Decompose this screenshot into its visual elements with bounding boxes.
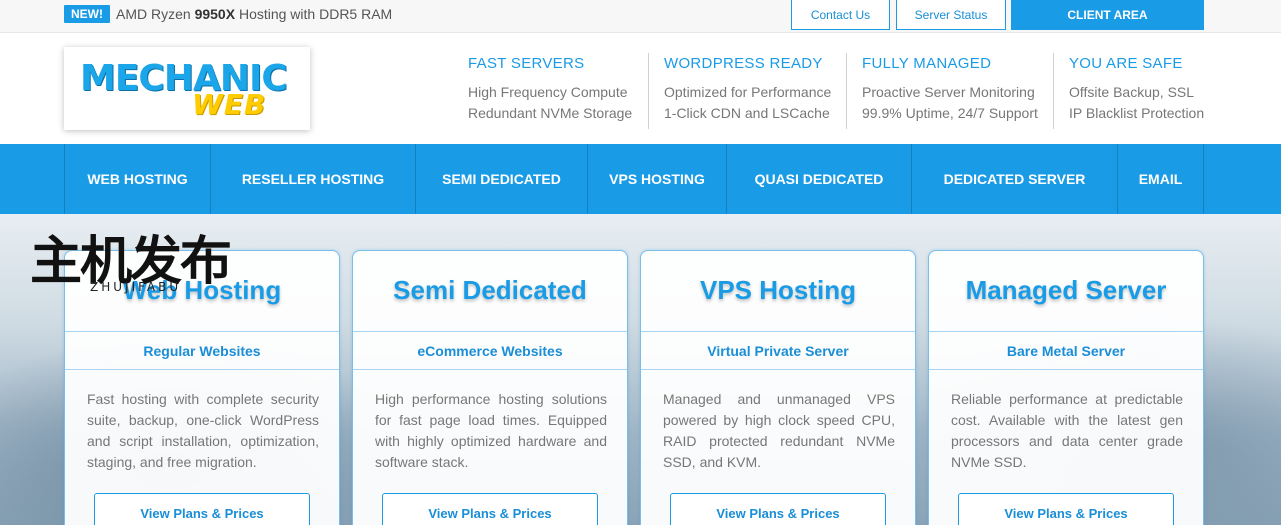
card-description: Reliable performance at predictable cost… [951,391,1183,470]
card-subtitle: Bare Metal Server [929,331,1203,370]
site-logo[interactable]: MECHANIC WEB [64,47,310,130]
nav-item-reseller-hosting[interactable]: RESELLER HOSTING [210,144,415,214]
client-area-button[interactable]: CLIENT AREA [1011,0,1204,30]
watermark: 主机发布 ZHUJIFABU [30,232,240,298]
announcement[interactable]: NEW! AMD Ryzen 9950X Hosting with DDR5 R… [64,5,392,23]
card-subtitle: Regular Websites [65,331,339,370]
nav-item-quasi-dedicated[interactable]: QUASI DEDICATED [726,144,911,214]
nav-item-email[interactable]: EMAIL [1117,144,1204,214]
watermark-latin-text: ZHUJIFABU [90,280,182,294]
product-card-semi-dedicated: Semi Dedicated eCommerce Websites High p… [352,250,628,525]
feature-line: 99.9% Uptime, 24/7 Support [862,105,1038,121]
announcement-bold: 9950X [194,6,236,22]
new-badge: NEW! [64,5,110,23]
feature-wordpress-ready: WORDPRESS READY Optimized for Performanc… [648,53,831,129]
feature-fully-managed: FULLY MANAGED Proactive Server Monitorin… [846,53,1038,129]
feature-line: IP Blacklist Protection [1069,105,1205,121]
server-status-button[interactable]: Server Status [896,0,1006,30]
nav-item-vps-hosting[interactable]: VPS HOSTING [587,144,726,214]
main-nav: WEB HOSTING RESELLER HOSTING SEMI DEDICA… [0,144,1281,214]
feature-you-are-safe: YOU ARE SAFE Offsite Backup, SSL IP Blac… [1053,53,1204,129]
feature-line: Proactive Server Monitoring [862,84,1035,100]
feature-line: High Frequency Compute [468,84,628,100]
card-description: Fast hosting with complete security suit… [87,391,319,470]
feature-line: Redundant NVMe Storage [468,105,633,121]
product-card-managed-server: Managed Server Bare Metal Server Reliabl… [928,250,1204,525]
logo-web-text: WEB [192,88,267,121]
feature-line: Optimized for Performance [664,84,832,100]
nav-item-web-hosting[interactable]: WEB HOSTING [64,144,210,214]
card-subtitle: Virtual Private Server [641,331,915,370]
feature-line: 1-Click CDN and LSCache [664,105,830,121]
feature-fast-servers: FAST SERVERS High Frequency Compute Redu… [453,53,632,129]
top-bar: NEW! AMD Ryzen 9950X Hosting with DDR5 R… [0,0,1281,33]
card-title: Managed Server [965,275,1167,305]
view-plans-button[interactable]: View Plans & Prices [94,493,310,525]
nav-item-semi-dedicated[interactable]: SEMI DEDICATED [415,144,587,214]
feature-line: Offsite Backup, SSL [1069,84,1195,100]
card-title: VPS Hosting [699,275,856,305]
feature-title: YOU ARE SAFE [1069,55,1183,72]
feature-title: FULLY MANAGED [862,55,992,72]
card-description: High performance hosting solutions for f… [375,391,607,470]
announcement-pre: AMD Ryzen [116,6,195,22]
feature-title: WORDPRESS READY [664,55,823,72]
contact-us-button[interactable]: Contact Us [791,0,890,30]
header: MECHANIC WEB FAST SERVERS High Frequency… [0,33,1281,144]
card-title: Semi Dedicated [393,275,587,305]
card-description: Managed and unmanaged VPS powered by hig… [663,391,895,470]
announcement-text[interactable]: AMD Ryzen 9950X Hosting with DDR5 RAM [116,6,392,22]
view-plans-button[interactable]: View Plans & Prices [670,493,886,525]
announcement-post: Hosting with DDR5 RAM [235,6,393,22]
view-plans-button[interactable]: View Plans & Prices [958,493,1174,525]
nav-item-dedicated-server[interactable]: DEDICATED SERVER [911,144,1117,214]
product-card-vps-hosting: VPS Hosting Virtual Private Server Manag… [640,250,916,525]
feature-title: FAST SERVERS [468,55,585,72]
card-subtitle: eCommerce Websites [353,331,627,370]
view-plans-button[interactable]: View Plans & Prices [382,493,598,525]
